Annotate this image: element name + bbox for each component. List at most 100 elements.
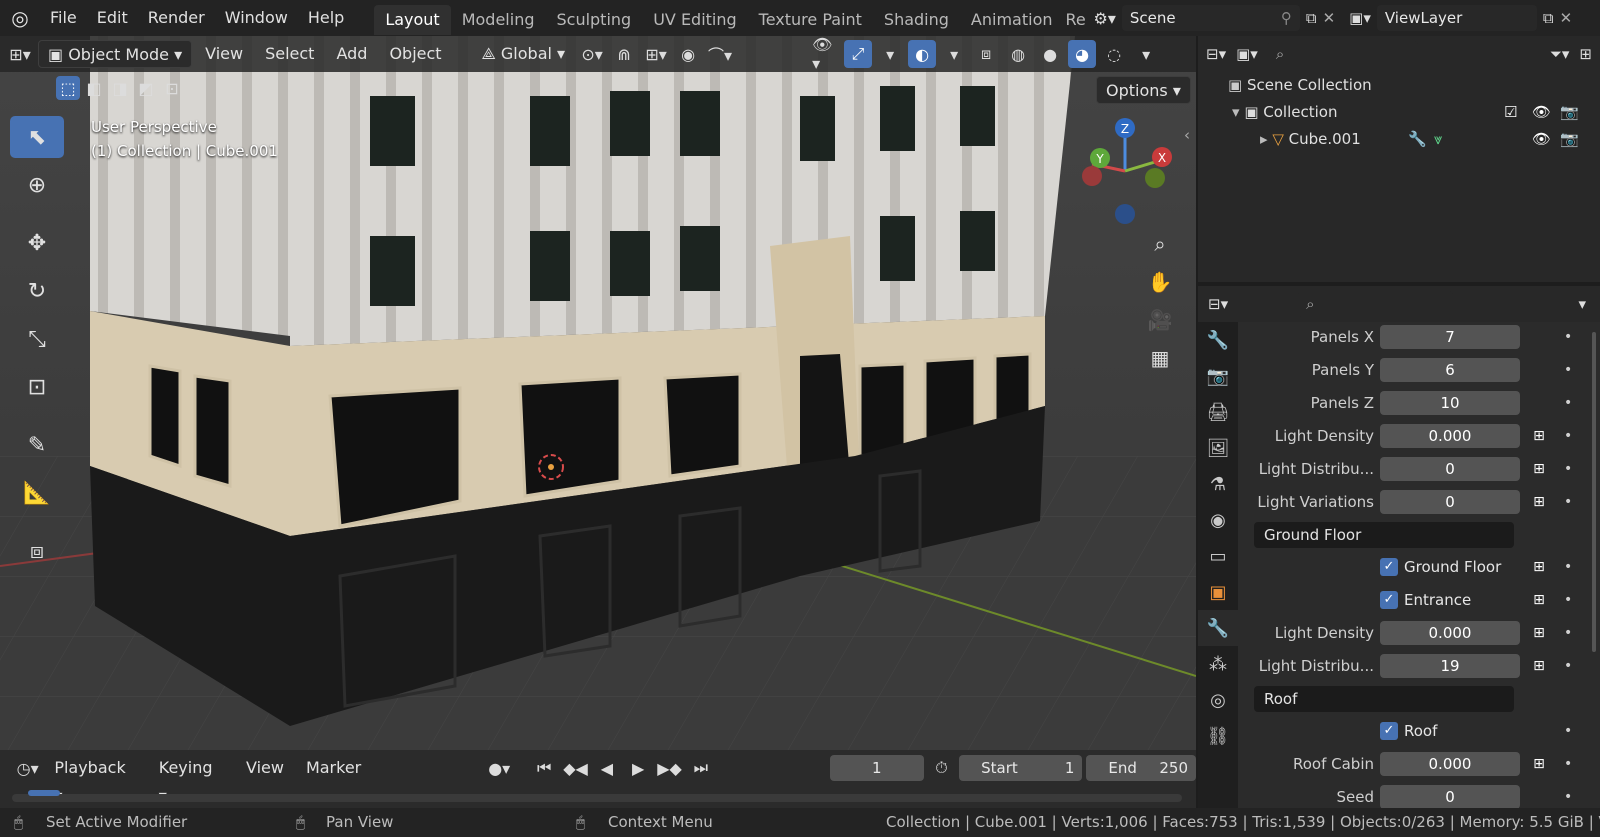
menu-add[interactable]: Add <box>327 40 376 68</box>
falloff-icon[interactable]: ⌒▾ <box>706 40 734 68</box>
keyframe-dot-icon[interactable]: • <box>1564 585 1572 615</box>
timeline-editor-icon[interactable]: ◷▾ <box>14 754 41 782</box>
shading-dropdown-icon[interactable]: ▾ <box>1132 40 1160 68</box>
modifier-wrench-icon[interactable]: 🔧 <box>1408 126 1427 153</box>
camera-icon[interactable]: 🎥 <box>1146 306 1174 334</box>
display-mode-icon[interactable]: ▣▾ <box>1236 45 1258 63</box>
tab-uv-editing[interactable]: UV Editing <box>642 5 747 35</box>
properties-scrollbar[interactable] <box>1592 332 1596 652</box>
end-frame-field[interactable]: End 250 <box>1086 755 1196 781</box>
cube-visibility-icon[interactable]: 👁 <box>1532 126 1551 153</box>
play-reverse-icon[interactable]: ◀ <box>593 754 620 782</box>
tab-texture-paint[interactable]: Texture Paint <box>748 5 873 35</box>
collection-render-icon[interactable]: 📷 <box>1560 99 1579 126</box>
menu-file[interactable]: File <box>40 0 87 36</box>
ground-light-density-field[interactable]: 0.000 <box>1380 621 1520 645</box>
next-keyframe-icon[interactable]: ▶◆ <box>656 754 683 782</box>
delete-scene-icon[interactable]: ✕ <box>1323 9 1336 27</box>
blender-logo-icon[interactable]: ◎ <box>0 6 40 30</box>
grid-toggle-icon[interactable]: ⊞ <box>1528 590 1550 610</box>
entrance-checkbox[interactable]: ✓ <box>1380 591 1398 609</box>
ground-floor-checkbox[interactable]: ✓ <box>1380 558 1398 576</box>
cube-render-icon[interactable]: 📷 <box>1560 126 1579 153</box>
sidebar-toggle-icon[interactable]: ‹ <box>1184 126 1190 144</box>
keying-dropdown[interactable]: Keying ▾ <box>150 754 233 805</box>
snap-icon[interactable]: ⋒ <box>610 40 638 68</box>
scene-field[interactable]: Scene ⚲ <box>1121 5 1300 31</box>
panels-z-field[interactable]: 10 <box>1380 391 1520 415</box>
keyframe-dot-icon[interactable]: • <box>1564 749 1572 779</box>
tab-modeling[interactable]: Modeling <box>451 5 546 35</box>
jump-end-icon[interactable]: ⏭ <box>687 754 714 782</box>
grid-toggle-icon[interactable]: ⊞ <box>1528 656 1550 676</box>
scene-selector-icon[interactable]: ⚙▾ <box>1094 9 1116 28</box>
object-mode-dropdown[interactable]: ▣ Object Mode ▾ <box>38 40 193 68</box>
keyframe-dot-icon[interactable]: • <box>1564 618 1572 648</box>
transform-tool-icon[interactable]: ⊡ <box>10 366 64 408</box>
select-invert-icon[interactable]: ◩ <box>134 76 158 100</box>
seed-field[interactable]: 0 <box>1380 785 1520 809</box>
expand-object-icon[interactable]: ▸ <box>1260 130 1272 148</box>
grid-toggle-icon[interactable]: ⊞ <box>1528 492 1550 512</box>
snap-target-icon[interactable]: ⊞▾ <box>642 40 670 68</box>
timeline-menu-marker[interactable]: Marker <box>297 754 370 782</box>
mesh-data-icon[interactable]: ⩔ <box>1434 126 1442 153</box>
tab-shading[interactable]: Shading <box>873 5 960 35</box>
collection-visibility-icon[interactable]: 👁 <box>1532 99 1551 126</box>
filter-icon[interactable]: ⏷▾ <box>1550 45 1570 63</box>
keyframe-dot-icon[interactable]: • <box>1564 454 1572 484</box>
keyframe-dot-icon[interactable]: • <box>1564 716 1572 746</box>
options-dropdown[interactable]: Options ▾ <box>1096 76 1191 104</box>
outliner-search-input[interactable]: ⌕ <box>1267 41 1418 67</box>
view-layer-icon[interactable]: ▣▾ <box>1349 9 1371 27</box>
outliner-row-collection[interactable]: ▾ ▣ Collection ☑ 👁 📷 <box>1198 99 1600 126</box>
tab-sculpting[interactable]: Sculpting <box>545 5 642 35</box>
proportional-edit-icon[interactable]: ◉ <box>674 40 702 68</box>
scale-tool-icon[interactable]: ⤡ <box>10 318 64 360</box>
pan-hand-icon[interactable]: ✋ <box>1146 268 1174 296</box>
solid-shading-icon[interactable]: ● <box>1036 40 1064 68</box>
outliner-row-scene-collection[interactable]: ▣ Scene Collection <box>1198 72 1600 99</box>
annotate-tool-icon[interactable]: ✎ <box>10 424 64 466</box>
prev-keyframe-icon[interactable]: ◆◀ <box>562 754 589 782</box>
gizmo-icon[interactable]: ⤢ <box>844 40 873 68</box>
outliner-editor-icon[interactable]: ⊟▾ <box>1206 45 1226 63</box>
tab-animation[interactable]: Animation <box>960 5 1064 35</box>
tab-rendering-truncated[interactable]: Re <box>1064 5 1088 35</box>
select-extend-icon[interactable]: ◧ <box>82 76 106 100</box>
grid-toggle-icon[interactable]: ⊞ <box>1528 754 1550 774</box>
cursor-tool-icon[interactable]: ⊕ <box>10 164 64 206</box>
overlay-icon[interactable]: ◐ <box>908 40 937 68</box>
expand-collection-icon[interactable]: ▾ <box>1232 103 1244 121</box>
new-view-layer-icon[interactable]: ⧉ <box>1543 9 1554 27</box>
pin-icon[interactable]: ⚲ <box>1281 5 1292 31</box>
keyframe-dot-icon[interactable]: • <box>1564 355 1572 385</box>
pivot-icon[interactable]: ⊙▾ <box>578 40 606 68</box>
menu-window[interactable]: Window <box>215 0 298 36</box>
keyframe-dot-icon[interactable]: • <box>1564 421 1572 451</box>
panels-x-field[interactable]: 7 <box>1380 325 1520 349</box>
roof-cabin-field[interactable]: 0.000 <box>1380 752 1520 776</box>
overlay-dropdown-icon[interactable]: ▾ <box>940 40 968 68</box>
editor-type-icon[interactable]: ⊞▾ <box>6 40 34 68</box>
menu-object[interactable]: Object <box>380 40 450 68</box>
keyframe-dot-icon[interactable]: • <box>1564 388 1572 418</box>
measure-tool-icon[interactable]: 📐 <box>10 472 64 514</box>
ground-light-distribution-field[interactable]: 19 <box>1380 654 1520 678</box>
keyframe-dot-icon[interactable]: • <box>1564 552 1572 582</box>
ground-floor-section[interactable]: Ground Floor <box>1254 522 1514 548</box>
new-scene-icon[interactable]: ⧉ <box>1306 9 1317 27</box>
menu-help[interactable]: Help <box>298 0 354 36</box>
timeline-scrubber[interactable] <box>12 790 1182 802</box>
grid-toggle-icon[interactable]: ⊞ <box>1528 426 1550 446</box>
light-distribution-field[interactable]: 0 <box>1380 457 1520 481</box>
ortho-grid-icon[interactable]: ▦ <box>1146 344 1174 372</box>
grid-toggle-icon[interactable]: ⊞ <box>1528 459 1550 479</box>
menu-view[interactable]: View <box>196 40 252 68</box>
navigation-gizmo[interactable]: Z Y X <box>1070 116 1180 236</box>
collection-checkbox-icon[interactable]: ☑ <box>1504 99 1517 126</box>
tab-layout[interactable]: Layout <box>374 4 451 35</box>
jump-start-icon[interactable]: ⏮ <box>531 754 558 782</box>
keyframe-dot-icon[interactable]: • <box>1564 322 1572 352</box>
add-cube-tool-icon[interactable]: ⧈ <box>10 530 64 572</box>
